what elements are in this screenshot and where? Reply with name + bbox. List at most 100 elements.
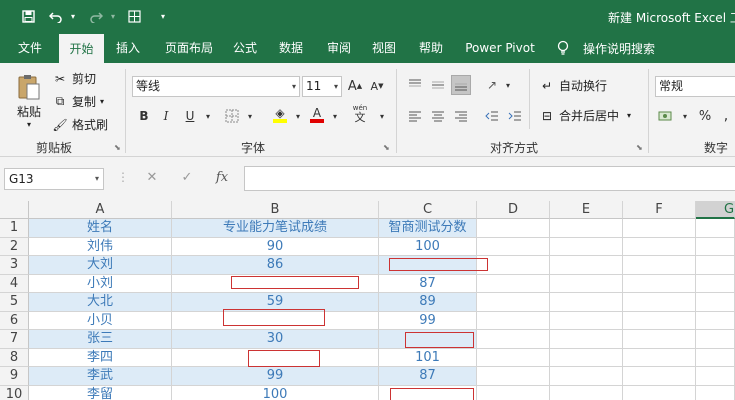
select-all-corner[interactable]: [0, 201, 29, 219]
align-center-icon[interactable]: [428, 106, 448, 126]
merge-dropdown-icon[interactable]: ▾: [627, 111, 631, 120]
alignment-launcher-icon[interactable]: ⬊: [636, 143, 643, 152]
cell-g1[interactable]: [696, 219, 735, 238]
cell-g9[interactable]: [696, 367, 735, 386]
formula-input[interactable]: [244, 166, 735, 191]
save-icon[interactable]: [20, 8, 36, 25]
cell-b2[interactable]: 90: [172, 237, 379, 256]
tell-me-search[interactable]: 操作说明搜索: [583, 40, 655, 57]
column-header-g[interactable]: G: [696, 201, 735, 219]
customize-dropdown-icon[interactable]: ▾: [158, 8, 168, 25]
cell-g10[interactable]: [696, 385, 735, 400]
cell-e7[interactable]: [550, 330, 623, 349]
accounting-dropdown-icon[interactable]: ▾: [675, 106, 695, 126]
cell-a7[interactable]: 张三: [29, 330, 172, 349]
undo-icon[interactable]: [48, 8, 64, 25]
cell-f7[interactable]: [623, 330, 696, 349]
cell-d9[interactable]: [477, 367, 550, 386]
cell-b3[interactable]: 86: [172, 256, 379, 275]
cell-a9[interactable]: 李武: [29, 367, 172, 386]
cell-c2[interactable]: 100: [379, 237, 477, 256]
clipboard-launcher-icon[interactable]: ⬊: [114, 143, 121, 152]
borders-icon[interactable]: [222, 106, 242, 126]
cell-b10[interactable]: 100: [172, 385, 379, 400]
row-header[interactable]: 1: [0, 219, 29, 238]
tab-home[interactable]: 开始: [59, 34, 104, 64]
font-name-combo[interactable]: 等线 ▾: [132, 76, 300, 97]
top-align-icon[interactable]: [405, 75, 425, 95]
cell-c6[interactable]: 99: [379, 311, 477, 330]
cell-b1[interactable]: 专业能力笔试成绩: [172, 219, 379, 238]
merge-center-button[interactable]: ⊟ 合并后居中 ▾: [539, 107, 631, 124]
cell-g2[interactable]: [696, 237, 735, 256]
column-header-f[interactable]: F: [623, 201, 696, 219]
font-launcher-icon[interactable]: ⬊: [383, 143, 390, 152]
cell-f9[interactable]: [623, 367, 696, 386]
cell-c9[interactable]: 87: [379, 367, 477, 386]
enter-icon[interactable]: ✓: [178, 170, 196, 188]
cell-a10[interactable]: 李留: [29, 385, 172, 400]
cell-c5[interactable]: 89: [379, 293, 477, 312]
cell-d2[interactable]: [477, 237, 550, 256]
cell-e4[interactable]: [550, 274, 623, 293]
cell-d7[interactable]: [477, 330, 550, 349]
tab-power-pivot[interactable]: Power Pivot: [459, 33, 541, 63]
cell-a6[interactable]: 小贝: [29, 311, 172, 330]
wrap-text-button[interactable]: ↵ 自动换行: [539, 77, 607, 94]
row-header[interactable]: 3: [0, 256, 29, 275]
column-header-b[interactable]: B: [172, 201, 379, 219]
cell-e2[interactable]: [550, 237, 623, 256]
bold-button[interactable]: B: [134, 106, 154, 126]
cell-c4[interactable]: 87: [379, 274, 477, 293]
tab-page-layout[interactable]: 页面布局: [157, 33, 221, 63]
tab-insert[interactable]: 插入: [108, 33, 148, 63]
cell-a4[interactable]: 小刘: [29, 274, 172, 293]
cell-g7[interactable]: [696, 330, 735, 349]
comma-button[interactable]: ,: [716, 106, 735, 126]
bottom-align-icon[interactable]: [451, 75, 471, 95]
name-box[interactable]: G13 ▾: [4, 168, 104, 190]
tab-help[interactable]: 帮助: [411, 33, 451, 63]
column-header-d[interactable]: D: [477, 201, 550, 219]
redo-icon[interactable]: [88, 8, 104, 25]
cell-e5[interactable]: [550, 293, 623, 312]
cell-e3[interactable]: [550, 256, 623, 275]
shrink-font-button[interactable]: A ▼: [367, 76, 387, 96]
cell-e10[interactable]: [550, 385, 623, 400]
middle-align-icon[interactable]: [428, 75, 448, 95]
row-header[interactable]: 10: [0, 385, 29, 400]
cell-e6[interactable]: [550, 311, 623, 330]
align-left-icon[interactable]: [405, 106, 425, 126]
format-painter-button[interactable]: 🖌 格式刷: [52, 116, 108, 133]
orientation-dropdown-icon[interactable]: ▾: [498, 75, 518, 95]
cell-c8[interactable]: 101: [379, 348, 477, 367]
underline-dropdown-icon[interactable]: ▾: [198, 106, 218, 126]
cell-g5[interactable]: [696, 293, 735, 312]
underline-button[interactable]: U: [180, 106, 200, 126]
cell-f8[interactable]: [623, 348, 696, 367]
phonetic-dropdown-icon[interactable]: ▾: [372, 106, 392, 126]
align-right-icon[interactable]: [451, 106, 471, 126]
cell-e1[interactable]: [550, 219, 623, 238]
redo-dropdown-icon[interactable]: ▾: [108, 8, 118, 25]
cell-e9[interactable]: [550, 367, 623, 386]
accounting-format-icon[interactable]: [656, 106, 676, 126]
cell-d5[interactable]: [477, 293, 550, 312]
cell-g6[interactable]: [696, 311, 735, 330]
font-size-combo[interactable]: 11 ▾: [302, 76, 342, 97]
font-color-button[interactable]: A: [307, 105, 327, 125]
cell-a8[interactable]: 李四: [29, 348, 172, 367]
insert-function-button[interactable]: fx: [213, 170, 231, 188]
cell-d6[interactable]: [477, 311, 550, 330]
cell-g8[interactable]: [696, 348, 735, 367]
row-header[interactable]: 2: [0, 237, 29, 256]
copy-button[interactable]: ⧉ 复制 ▾: [52, 93, 104, 110]
cell-c1[interactable]: 智商测试分数: [379, 219, 477, 238]
cell-e8[interactable]: [550, 348, 623, 367]
tab-formulas[interactable]: 公式: [226, 33, 264, 63]
borders-dropdown-icon[interactable]: ▾: [240, 106, 260, 126]
row-header[interactable]: 8: [0, 348, 29, 367]
grow-font-button[interactable]: A ▲: [345, 76, 365, 96]
cell-g3[interactable]: [696, 256, 735, 275]
decrease-indent-icon[interactable]: [482, 106, 502, 126]
